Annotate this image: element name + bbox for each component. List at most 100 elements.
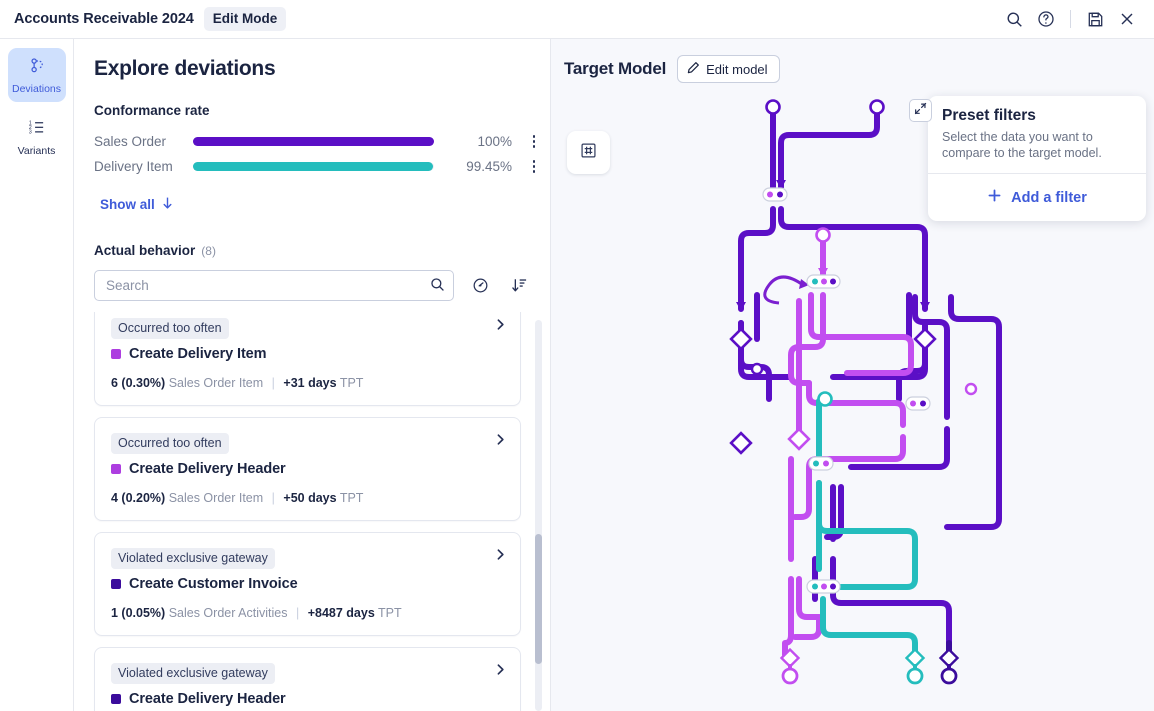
add-filter-label: Add a filter	[1011, 189, 1087, 206]
save-floppy-icon[interactable]	[1080, 4, 1110, 34]
search-field-wrap	[94, 270, 454, 301]
conformance-bar-fill	[193, 137, 434, 146]
sidebar-item-label: Deviations	[11, 82, 62, 95]
deviation-tpt-suffix: TPT	[339, 376, 364, 390]
deviation-name-row: Create Delivery Header	[111, 691, 504, 707]
chevron-right-icon[interactable]	[490, 659, 510, 679]
conformance-gauge-icon[interactable]	[467, 273, 493, 299]
conformance-row: Delivery Item 99.45%	[94, 154, 550, 179]
actual-behavior-header: Actual behavior (8)	[94, 243, 550, 258]
deviation-color-swatch	[111, 464, 121, 474]
deviation-name: Create Customer Invoice	[129, 576, 298, 592]
target-model-header: Target Model Edit model	[564, 55, 780, 83]
deviation-scope: Sales Order Item	[168, 491, 264, 505]
grid-hash-icon	[580, 142, 597, 164]
chevron-right-icon[interactable]	[490, 314, 510, 334]
collapse-diagonal-icon	[914, 102, 927, 120]
deviation-tpt: +8487 days	[307, 606, 375, 620]
deviation-tpt: +31 days	[283, 376, 337, 390]
application-window: Accounts Receivable 2024 Edit Mode Devia…	[0, 0, 1154, 711]
sidebar-item-variants[interactable]: 1 2 3 Variants	[8, 110, 66, 164]
deviation-card[interactable]: Violated exclusive gateway Create Delive…	[94, 647, 521, 711]
target-model-title: Target Model	[564, 59, 667, 78]
deviation-count: 6 (0.30%)	[111, 376, 166, 390]
search-toolbar	[94, 270, 550, 301]
svg-text:3: 3	[29, 129, 32, 135]
deviation-tag: Violated exclusive gateway	[111, 548, 275, 569]
sidebar: Deviations 1 2 3 Variants	[0, 39, 74, 711]
deviation-name-row: Create Delivery Header	[111, 461, 504, 477]
sidebar-item-label: Variants	[17, 144, 56, 157]
deviation-tag: Occurred too often	[111, 433, 229, 454]
meta-separator: |	[271, 376, 275, 390]
deviations-icon	[27, 56, 46, 80]
conformance-row-percent: 99.45%	[466, 159, 512, 174]
conformance-row-percent: 100%	[477, 134, 512, 149]
titlebar-actions	[999, 4, 1142, 34]
deviation-card[interactable]: Occurred too often Create Delivery Item …	[94, 312, 521, 406]
arrow-down-icon	[161, 196, 174, 213]
edit-model-label: Edit model	[706, 61, 768, 77]
conformance-row-menu-icon[interactable]	[523, 156, 545, 178]
conformance-row-menu-icon[interactable]	[523, 131, 545, 153]
show-all-button[interactable]: Show all	[94, 192, 181, 217]
collapse-panel-button[interactable]	[909, 99, 932, 122]
variants-list-icon: 1 2 3	[27, 118, 46, 142]
meta-separator: |	[295, 606, 300, 620]
deviation-tpt-suffix: TPT	[378, 606, 402, 620]
preset-filters-description: Select the data you want to compare to t…	[942, 130, 1102, 160]
deviation-tpt: +50 days	[283, 491, 337, 505]
actual-behavior-title: Actual behavior	[94, 243, 196, 258]
deviation-name: Create Delivery Header	[129, 691, 286, 707]
chevron-right-icon[interactable]	[490, 429, 510, 449]
deviation-scope: Sales Order Activities	[168, 606, 288, 620]
deviation-card[interactable]: Occurred too often Create Delivery Heade…	[94, 417, 521, 521]
title-bar: Accounts Receivable 2024 Edit Mode	[0, 0, 1154, 39]
help-circle-icon[interactable]	[1031, 4, 1061, 34]
deviations-panel: Explore deviations Conformance rate Sale…	[74, 39, 551, 711]
deviations-panel-header: Explore deviations Conformance rate Sale…	[74, 39, 550, 301]
deviation-name-row: Create Customer Invoice	[111, 576, 504, 592]
pencil-icon	[687, 61, 700, 77]
deviation-meta: 4 (0.20%) Sales Order Item | +50 days TP…	[111, 491, 504, 505]
deviation-color-swatch	[111, 349, 121, 359]
list-scrollbar-thumb[interactable]	[535, 534, 542, 664]
deviation-tag: Violated exclusive gateway	[111, 663, 275, 684]
close-x-icon[interactable]	[1112, 4, 1142, 34]
deviation-name: Create Delivery Item	[129, 346, 267, 362]
conformance-bar-fill	[193, 162, 433, 171]
preset-filters-title: Preset filters	[942, 107, 1036, 124]
conformance-row-name: Delivery Item	[94, 159, 173, 174]
actual-behavior-count: (8)	[201, 244, 216, 258]
add-filter-button[interactable]: Add a filter	[928, 174, 1146, 221]
preset-filters-body: Preset filters Select the data you want …	[928, 96, 1146, 173]
search-icon[interactable]	[999, 4, 1029, 34]
edit-mode-badge[interactable]: Edit Mode	[203, 7, 287, 31]
search-input[interactable]	[94, 270, 454, 301]
preset-filters-card: Preset filters Select the data you want …	[928, 96, 1146, 221]
plus-icon	[987, 188, 1002, 207]
conformance-bar-track	[193, 162, 434, 171]
grid-toggle-button[interactable]	[567, 131, 610, 174]
page-title-text: Accounts Receivable 2024	[14, 11, 194, 27]
deviation-name-row: Create Delivery Item	[111, 346, 504, 362]
meta-separator: |	[271, 491, 275, 505]
deviation-card[interactable]: Violated exclusive gateway Create Custom…	[94, 532, 521, 636]
edit-model-button[interactable]: Edit model	[677, 55, 780, 83]
toolbar-divider	[1070, 10, 1071, 28]
conformance-bar-track	[193, 137, 434, 146]
search-icon[interactable]	[430, 277, 445, 297]
sidebar-item-deviations[interactable]: Deviations	[7, 48, 66, 102]
deviation-meta: 1 (0.05%) Sales Order Activities | +8487…	[111, 606, 504, 620]
conformance-row-name: Sales Order	[94, 134, 167, 149]
sort-descending-icon[interactable]	[506, 273, 532, 299]
target-model-panel: Sales Order Sales Order Ac Sales Order I…	[551, 39, 1154, 711]
deviation-tpt-suffix: TPT	[339, 491, 364, 505]
explore-deviations-title: Explore deviations	[94, 57, 276, 80]
deviation-list[interactable]: Occurred too often Create Delivery Item …	[74, 312, 550, 711]
conformance-rate-heading: Conformance rate	[94, 103, 210, 118]
chevron-right-icon[interactable]	[490, 544, 510, 564]
deviation-scope: Sales Order Item	[168, 376, 264, 390]
deviation-color-swatch	[111, 579, 121, 589]
deviation-count: 4 (0.20%)	[111, 491, 166, 505]
